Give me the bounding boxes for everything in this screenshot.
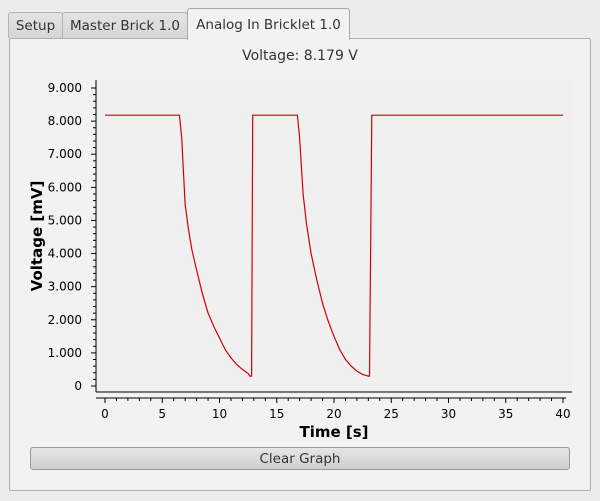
y-tick-label: 9.000 <box>48 81 82 95</box>
x-tick-label: 35 <box>498 407 513 421</box>
y-tick-label: 7.000 <box>48 147 82 161</box>
x-tick-label: 20 <box>326 407 341 421</box>
y-tick-label: 8.000 <box>48 114 82 128</box>
plot-area <box>96 80 572 392</box>
x-tick-label: 40 <box>555 407 570 421</box>
y-tick-label: 3.000 <box>48 280 82 294</box>
clear-graph-button[interactable]: Clear Graph <box>30 447 570 470</box>
x-tick-label: 15 <box>269 407 284 421</box>
y-axis: 0 1.000 2.000 3.000 4.000 5.000 6.000 7.000 8.00… <box>48 80 97 393</box>
y-tick-label: 0 <box>74 379 82 393</box>
x-axis-label: Time [s] <box>299 423 368 441</box>
x-axis: 0 5 10 15 20 25 30 35 40 <box>96 391 572 421</box>
y-tick-label: 5.000 <box>48 213 82 227</box>
y-tick-label: 1.000 <box>48 346 82 360</box>
voltage-chart: 0 1.000 2.000 3.000 4.000 5.000 6.000 7.000 8.00… <box>28 80 572 441</box>
x-tick-label: 10 <box>212 407 227 421</box>
x-tick-label: 0 <box>101 407 109 421</box>
y-tick-label: 4.000 <box>48 247 82 261</box>
tab-analog-in-bricklet[interactable]: Analog In Bricklet 1.0 <box>187 8 350 40</box>
x-tick-label: 30 <box>441 407 456 421</box>
y-tick-label: 6.000 <box>48 180 82 194</box>
y-tick-label: 2.000 <box>48 313 82 327</box>
tab-label: Analog In Bricklet 1.0 <box>196 16 341 33</box>
x-tick-label: 5 <box>158 407 166 421</box>
y-axis-label: Voltage [mV] <box>28 181 46 292</box>
x-tick-label: 25 <box>384 407 399 421</box>
